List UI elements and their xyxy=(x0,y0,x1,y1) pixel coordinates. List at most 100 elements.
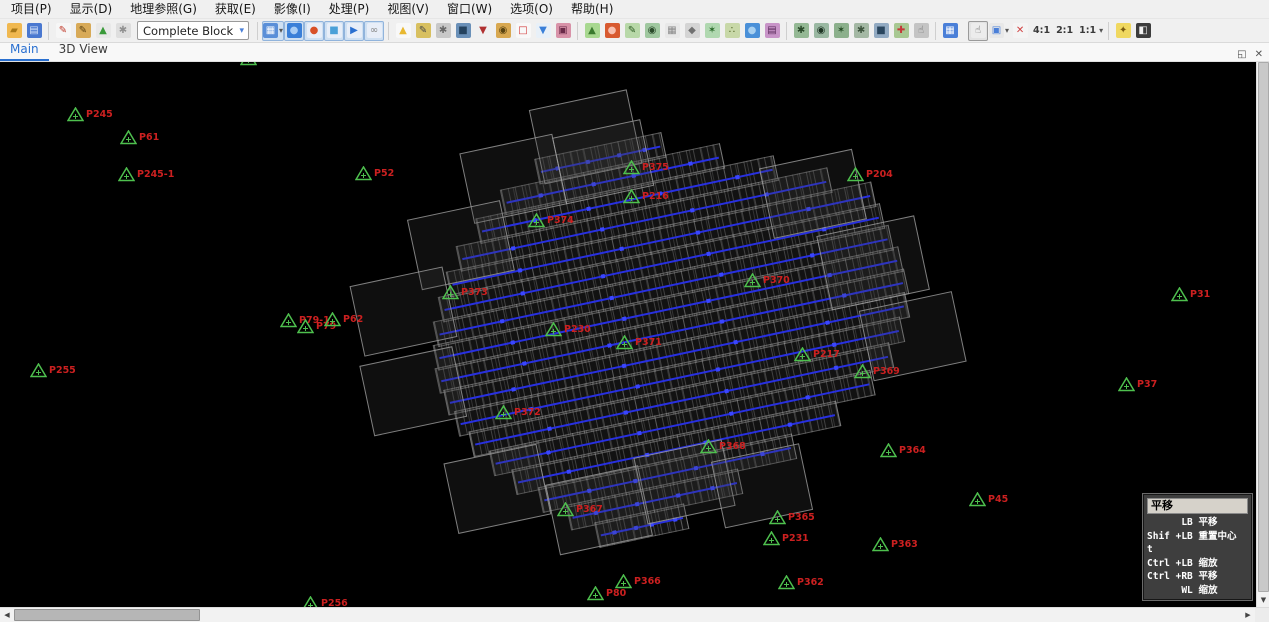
toolbar-button-texture-ball[interactable]: ● xyxy=(602,21,622,41)
control-point[interactable]: P79-1 xyxy=(280,313,297,328)
restore-window-icon[interactable]: ◱ xyxy=(1237,49,1246,61)
toolbar-button-zoom-window[interactable]: ▣▾ xyxy=(988,21,1010,41)
toolbar-button-mosaic-view[interactable]: ■ xyxy=(871,21,891,41)
control-point[interactable]: P374 xyxy=(528,213,545,228)
control-point[interactable]: P245 xyxy=(67,107,84,122)
toolbar-button-zoom-4-1[interactable]: 4:1 xyxy=(1030,21,1053,41)
vertical-scrollbar[interactable]: ▼ xyxy=(1256,62,1269,607)
menu-item-view[interactable]: 视图(V) xyxy=(378,0,438,18)
control-point[interactable]: P52 xyxy=(355,166,372,181)
toolbar-button-enhance[interactable]: ✶ xyxy=(702,21,722,41)
toolbar-button-save[interactable]: ▤ xyxy=(24,21,44,41)
toolbar-button-hand-tool-gray[interactable]: ☝ xyxy=(911,21,931,41)
control-point[interactable]: P365 xyxy=(769,510,786,525)
toolbar-button-pan-hand[interactable]: ☝ xyxy=(968,21,988,41)
toolbar-button-preview-eye[interactable]: ◉ xyxy=(811,21,831,41)
tab-main[interactable]: Main xyxy=(0,41,49,61)
control-point[interactable]: P371 xyxy=(616,335,633,350)
control-point[interactable]: P204 xyxy=(847,167,864,182)
toolbar-button-stretch-contrast[interactable]: ◧ xyxy=(1133,21,1153,41)
control-point[interactable]: P367 xyxy=(557,502,574,517)
toolbar-button-ortho-gear[interactable]: ✱ xyxy=(791,21,811,41)
toolbar-button-link-images[interactable]: ∞ xyxy=(364,21,384,41)
tab-3d-view[interactable]: 3D View xyxy=(49,41,118,61)
control-point[interactable]: P373 xyxy=(442,285,459,300)
control-point[interactable]: P372 xyxy=(495,405,512,420)
toolbar-button-tile-cube[interactable]: ◆ xyxy=(682,21,702,41)
toolbar-button-render-key[interactable]: ✦ xyxy=(1113,21,1133,41)
control-point[interactable]: P37 xyxy=(1118,377,1135,392)
control-point[interactable]: P62 xyxy=(324,312,341,327)
control-point[interactable]: P362 xyxy=(778,575,795,590)
control-point[interactable]: P366 xyxy=(615,574,632,589)
control-point[interactable]: P245-1 xyxy=(118,167,135,182)
toolbar-button-process-gear[interactable]: ✱ xyxy=(851,21,871,41)
vertical-scrollbar-thumb[interactable] xyxy=(1258,62,1269,592)
scroll-left-icon[interactable]: ◀ xyxy=(0,608,14,622)
control-point[interactable]: P375 xyxy=(623,160,640,175)
toolbar-button-dem-extract[interactable]: ▲ xyxy=(582,21,602,41)
control-point[interactable]: P229 xyxy=(240,62,257,66)
control-point[interactable]: P216 xyxy=(623,189,640,204)
control-point[interactable]: P80 xyxy=(587,586,604,601)
toolbar-button-quality-check[interactable]: ◉ xyxy=(642,21,662,41)
toolbar-button-open-project[interactable]: ▰ xyxy=(4,21,24,41)
toolbar-button-edit[interactable]: ✎ xyxy=(53,21,73,41)
control-point[interactable]: P363 xyxy=(872,537,889,552)
toolbar-button-tile-layout[interactable]: ▦ xyxy=(940,21,960,41)
menu-item-process[interactable]: 处理(P) xyxy=(320,0,379,18)
toolbar-button-full-extent[interactable]: ✕ xyxy=(1010,21,1030,41)
horizontal-scrollbar[interactable]: ◀ ▶ xyxy=(0,607,1269,622)
toolbar-button-adjustment-flask[interactable]: ▼ xyxy=(473,21,493,41)
toolbar-button-camera-check[interactable]: ■ xyxy=(453,21,473,41)
toolbar-button-ortho-view[interactable]: ■ xyxy=(324,21,344,41)
menu-item-window[interactable]: 窗口(W) xyxy=(438,0,501,18)
control-point[interactable]: P217 xyxy=(794,347,811,362)
control-point[interactable]: P370 xyxy=(744,273,761,288)
toolbar-button-gps-marker[interactable]: ▼ xyxy=(533,21,553,41)
toolbar-button-rebuild[interactable]: ✶ xyxy=(831,21,851,41)
toolbar-button-region-frame[interactable]: □ xyxy=(513,21,533,41)
menu-item-acquire[interactable]: 获取(E) xyxy=(206,0,265,18)
map-viewport[interactable]: P229 P245 P61 P245-1 P52 P375 P204 P216 P374 P370… xyxy=(0,62,1256,607)
control-point[interactable]: P256 xyxy=(302,596,319,607)
toolbar-button-tie-points-grid[interactable]: ▦▾ xyxy=(262,21,284,41)
control-point[interactable]: P79 xyxy=(297,319,314,334)
toolbar-button-settings-gear[interactable]: ✱ xyxy=(113,21,133,41)
toolbar-button-dome-view[interactable]: ● xyxy=(742,21,762,41)
menu-item-project[interactable]: 项目(P) xyxy=(2,0,61,18)
toolbar-button-match-points[interactable]: ∴ xyxy=(722,21,742,41)
toolbar-button-grid-table[interactable]: ▦ xyxy=(662,21,682,41)
close-window-icon[interactable]: ✕ xyxy=(1255,49,1263,61)
menu-item-image[interactable]: 影像(I) xyxy=(265,0,320,18)
toolbar-button-model-sphere-blue[interactable]: ● xyxy=(284,21,304,41)
toolbar-button-model-sphere-red[interactable]: ● xyxy=(304,21,324,41)
menu-item-options[interactable]: 选项(O) xyxy=(501,0,562,18)
menu-item-display[interactable]: 显示(D) xyxy=(61,0,122,18)
menu-item-georeference[interactable]: 地理参照(G) xyxy=(121,0,206,18)
menu-item-help[interactable]: 帮助(H) xyxy=(562,0,622,18)
horizontal-scrollbar-thumb[interactable] xyxy=(14,609,200,621)
control-point[interactable]: P368 xyxy=(700,439,717,454)
toolbar-button-mask-edit[interactable]: ✎ xyxy=(413,21,433,41)
scroll-right-icon[interactable]: ▶ xyxy=(1241,608,1255,622)
toolbar-button-aerotriangulation[interactable]: ✱ xyxy=(433,21,453,41)
toolbar-button-zoom-1-1[interactable]: 1:1▾ xyxy=(1076,21,1104,41)
control-point[interactable]: P61 xyxy=(120,130,137,145)
toolbar-button-warning-triangle[interactable]: ▲ xyxy=(393,21,413,41)
toolbar-button-exif-camera[interactable]: ▣ xyxy=(553,21,573,41)
control-point[interactable]: P231 xyxy=(763,531,780,546)
toolbar-button-stereo-view[interactable]: ◉ xyxy=(493,21,513,41)
toolbar-button-vector-draw[interactable]: ✎ xyxy=(622,21,642,41)
toolbar-button-seamline[interactable]: ✚ xyxy=(891,21,911,41)
block-selector-combo[interactable]: Complete Block▾ xyxy=(137,21,249,40)
toolbar-button-edit-image[interactable]: ✎ xyxy=(73,21,93,41)
toolbar-button-select-tool[interactable]: ▶ xyxy=(344,21,364,41)
toolbar-button-zoom-2-1[interactable]: 2:1 xyxy=(1053,21,1076,41)
toolbar-button-archive[interactable]: ▤ xyxy=(762,21,782,41)
control-point[interactable]: P31 xyxy=(1171,287,1188,302)
control-point[interactable]: P364 xyxy=(880,443,897,458)
control-point[interactable]: P230 xyxy=(545,322,562,337)
toolbar-button-export-report[interactable]: ▲ xyxy=(93,21,113,41)
control-point[interactable]: P45 xyxy=(969,492,986,507)
